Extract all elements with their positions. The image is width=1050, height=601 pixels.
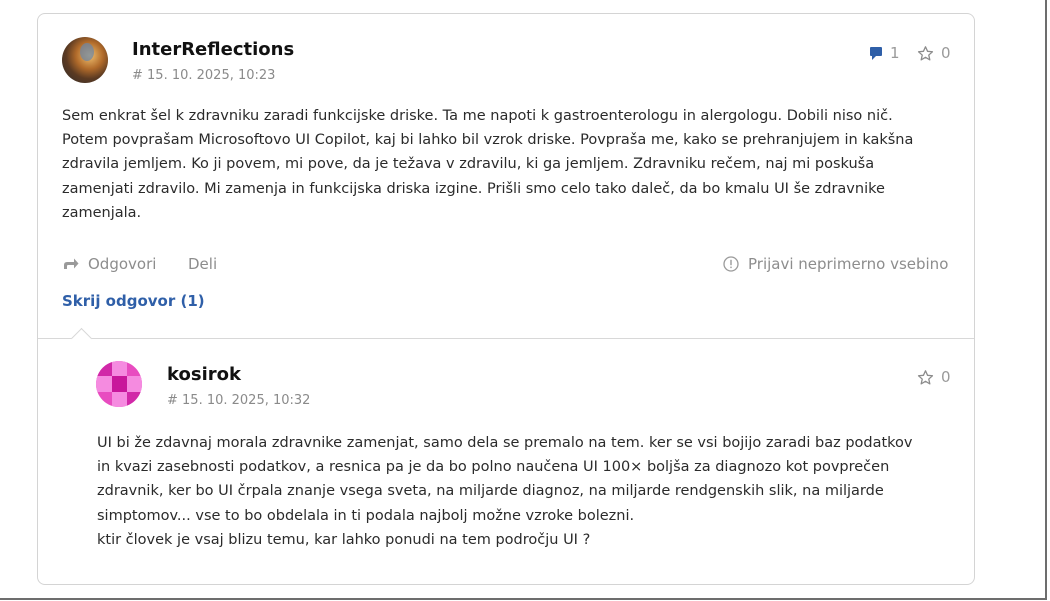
star-icon	[917, 369, 934, 385]
comment-bubble-icon	[870, 46, 882, 60]
reply-like-count: 0	[941, 368, 951, 386]
like-count: 0	[941, 44, 951, 62]
share-label: Deli	[188, 255, 218, 273]
comment-card: InterReflections # 15. 10. 2025, 10:23 1…	[37, 13, 975, 585]
hide-replies-link[interactable]: Skrij odgovor (1)	[62, 292, 205, 310]
share-button[interactable]: Deli	[188, 255, 217, 273]
window-frame-right	[1045, 0, 1047, 598]
reply-like-button[interactable]: 0	[917, 368, 951, 386]
report-label: Prijavi neprimerno vsebino	[748, 255, 949, 273]
reply-line: simptomov... vse to bo obdelala in ti po…	[97, 507, 635, 524]
reply-line: UI bi že zdavnaj morala zdravnike zamenj…	[97, 435, 913, 451]
reply-arrow-icon	[64, 258, 79, 269]
comment-author[interactable]: InterReflections	[132, 39, 294, 60]
reply-count: 1	[890, 44, 900, 62]
comment-body: Sem enkrat šel k zdravniku zaradi funkci…	[62, 104, 913, 225]
comment-timestamp[interactable]: # 15. 10. 2025, 10:23	[132, 68, 275, 83]
reply-button[interactable]: Odgovori	[61, 255, 156, 273]
warning-circle-icon	[723, 256, 739, 272]
window-frame-bottom	[0, 598, 1047, 600]
reply-notch	[70, 327, 93, 350]
report-button[interactable]: Prijavi neprimerno vsebino	[723, 255, 948, 273]
avatar[interactable]	[96, 361, 142, 407]
like-button[interactable]: 0	[917, 44, 951, 62]
reply-timestamp[interactable]: # 15. 10. 2025, 10:32	[167, 393, 310, 408]
star-icon	[917, 45, 934, 61]
reply-body: UI bi že zdavnaj morala zdravnike zamenj…	[97, 431, 913, 552]
avatar[interactable]	[62, 37, 108, 83]
comment-line: Sem enkrat šel k zdravniku zaradi funkci…	[62, 108, 893, 124]
reply-line: zdravnik, ker bo UI črpala znanje vsega …	[97, 483, 884, 500]
reply-line: ktir človek je vsaj blizu temu, kar lahk…	[97, 531, 591, 548]
reply-line: in kvazi zasebnosti podatkov, a resnica …	[97, 459, 890, 476]
comment-line: zamenjati zdravilo. Mi zamenja in funkci…	[62, 180, 885, 197]
comment-line: Potem povprašam Microsoftovo UI Copilot,…	[62, 132, 914, 149]
reply-counter[interactable]: 1	[869, 44, 900, 62]
comment-line: zamenjala.	[62, 204, 142, 221]
reply-label: Odgovori	[88, 255, 157, 273]
reply-author[interactable]: kosirok	[167, 364, 241, 385]
comment-line: zdravila jemljem. Ko ji povem, mi pove, …	[62, 156, 875, 173]
